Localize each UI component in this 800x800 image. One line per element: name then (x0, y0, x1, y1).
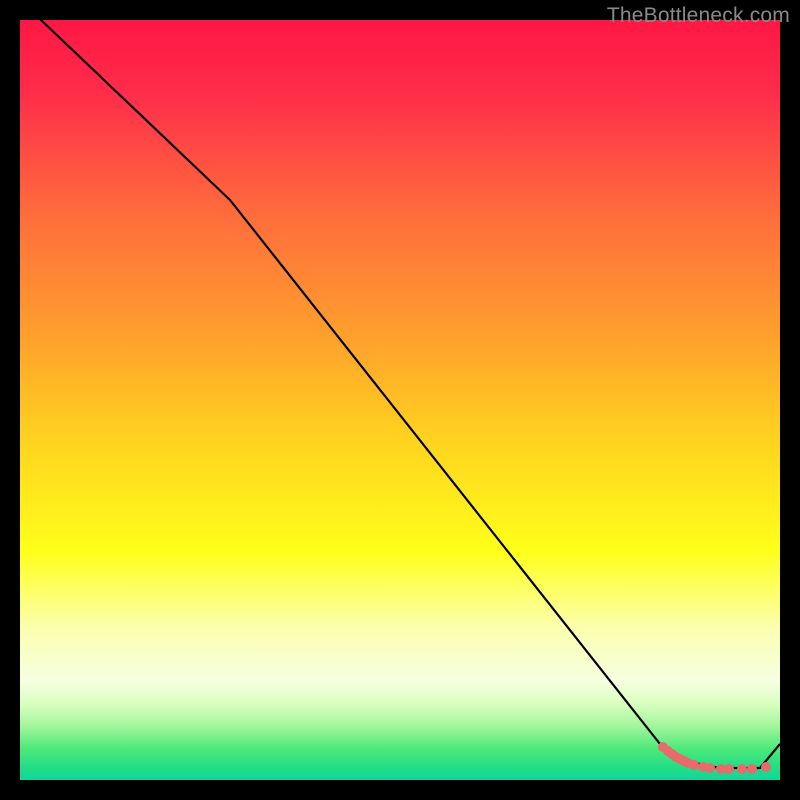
curve-marker (737, 764, 747, 774)
plot-background (20, 20, 780, 780)
curve-marker (761, 762, 771, 772)
curve-marker (724, 764, 734, 774)
chart-stage: TheBottleneck.com (0, 0, 800, 800)
curve-marker (747, 764, 757, 774)
chart-svg (0, 0, 800, 800)
curve-marker (705, 763, 715, 773)
curve-marker (689, 760, 699, 770)
watermark-text: TheBottleneck.com (607, 4, 790, 28)
